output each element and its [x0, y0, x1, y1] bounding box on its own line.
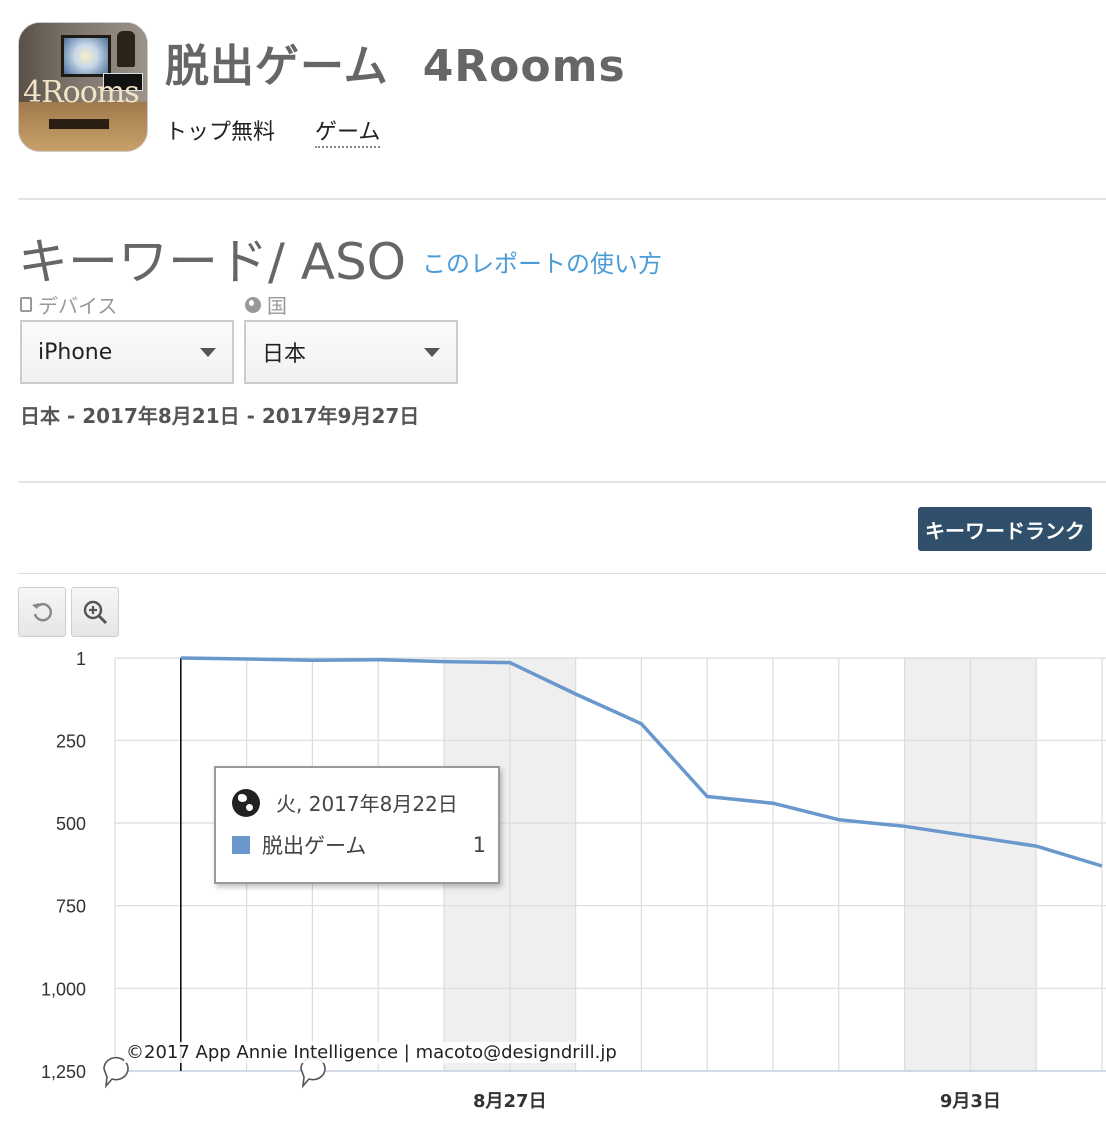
divider	[18, 198, 1106, 200]
reset-icon	[32, 603, 52, 622]
tooltip-header: 火, 2017年8月22日	[232, 788, 458, 817]
chart-type-label: トップ無料	[165, 120, 276, 145]
tooltip-series-name: 脱出ゲーム	[262, 834, 367, 858]
keyword-rank-button[interactable]: キーワードランク	[918, 507, 1092, 551]
chart-tooltip: 火, 2017年8月22日 脱出ゲーム 1	[214, 766, 500, 884]
y-tick-label: 750	[56, 897, 86, 917]
y-tick-label: 500	[56, 814, 86, 834]
series-swatch	[232, 836, 250, 854]
divider	[18, 481, 1106, 483]
reset-zoom-button[interactable]	[18, 587, 66, 637]
app-title-main: 脱出ゲーム	[165, 41, 389, 92]
app-title: 脱出ゲーム 4Rooms	[165, 30, 626, 94]
zoom-in-icon	[83, 600, 108, 625]
chevron-down-icon	[200, 348, 216, 357]
section-title: キーワード/ ASO	[18, 233, 407, 291]
y-tick-label: 250	[56, 731, 86, 751]
zoom-in-button[interactable]	[71, 587, 119, 637]
country-select-value: 日本	[262, 342, 307, 367]
device-label: デバイス	[20, 290, 117, 319]
category-link[interactable]: ゲーム	[315, 120, 381, 148]
y-tick-label: 1,250	[41, 1062, 86, 1082]
globe-icon	[245, 296, 261, 313]
device-label-text: デバイス	[38, 294, 118, 318]
x-tick-label: 9月3日	[940, 1091, 1001, 1112]
app-meta: トップ無料 ゲーム	[165, 114, 381, 148]
tooltip-series-row: 脱出ゲーム 1	[232, 830, 486, 860]
app-icon: 4Rooms	[18, 22, 148, 152]
country-select[interactable]: 日本	[244, 320, 458, 384]
y-tick-label: 1,000	[41, 979, 86, 999]
app-title-sub: 4Rooms	[422, 41, 626, 92]
tooltip-series-value: 1	[472, 833, 486, 857]
device-icon	[20, 297, 32, 312]
country-label-text: 国	[267, 294, 287, 318]
help-link[interactable]: このレポートの使い方	[422, 244, 662, 279]
x-tick-label: 8月27日	[473, 1091, 547, 1112]
country-label: 国	[245, 290, 287, 319]
chart-credit: ©2017 App Annie Intelligence | macoto@de…	[124, 1042, 619, 1063]
date-range: 日本 - 2017年8月21日 - 2017年9月27日	[20, 404, 420, 428]
tooltip-date: 火, 2017年8月22日	[276, 792, 458, 816]
divider	[18, 573, 1106, 574]
y-tick-label: 1	[76, 649, 86, 669]
chevron-down-icon	[424, 348, 440, 357]
device-select[interactable]: iPhone	[20, 320, 234, 384]
globe-icon	[232, 788, 260, 817]
device-select-value: iPhone	[38, 339, 113, 365]
